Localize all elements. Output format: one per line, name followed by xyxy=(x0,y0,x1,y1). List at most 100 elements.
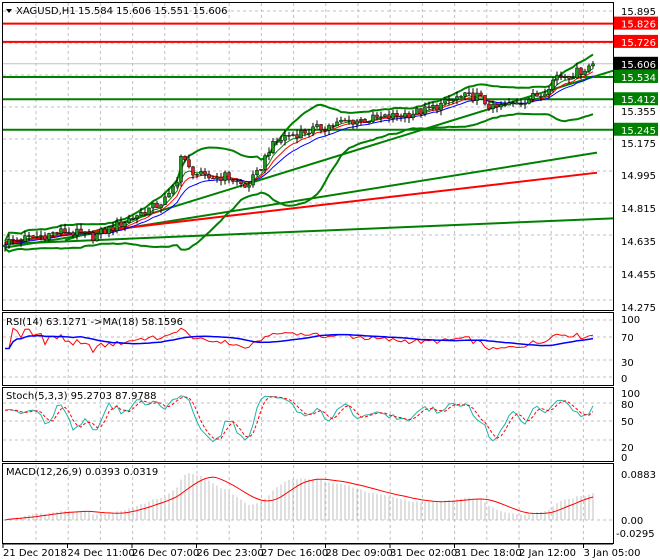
price-tick: 14.995 xyxy=(621,171,656,182)
candle-bear xyxy=(203,171,207,175)
time-tick-label: 31 Dec 18:00 xyxy=(455,548,522,559)
candle-bear xyxy=(559,75,563,77)
macd-title: MACD(12,26,9) 0.0393 0.0319 xyxy=(6,467,158,478)
candle-bear xyxy=(103,228,107,234)
candle-bull xyxy=(299,130,303,139)
candle-bear xyxy=(11,238,15,241)
stoch-tick: 100 xyxy=(621,389,640,400)
candle-bear xyxy=(303,130,307,134)
candle-bull xyxy=(459,96,463,98)
candle-bull xyxy=(163,196,167,205)
candle-bear xyxy=(319,124,323,131)
candle-bull xyxy=(411,113,415,118)
candle-bull xyxy=(247,184,251,188)
candle-bear xyxy=(67,232,71,234)
candle-bear xyxy=(343,119,347,122)
candle-bull xyxy=(451,98,455,101)
candle-bear xyxy=(207,174,211,179)
candle-bull xyxy=(75,228,79,236)
stoch-title: Stoch(5,3,3) 95.2703 87.9788 xyxy=(6,391,157,402)
candle-bull xyxy=(571,77,575,80)
candle-bull xyxy=(283,135,287,141)
candle-bear xyxy=(495,103,499,108)
rsi-tick: 100 xyxy=(621,315,640,326)
candle-bull xyxy=(115,221,119,231)
candle-bull xyxy=(583,70,587,75)
candle-bull xyxy=(267,152,271,156)
candle-bull xyxy=(171,185,175,194)
candle-bull xyxy=(131,217,135,220)
candle-bull xyxy=(499,104,503,108)
time-tick-label: 24 Dec 11:00 xyxy=(68,548,135,559)
candle-bull xyxy=(575,67,579,79)
candle-bear xyxy=(243,183,247,188)
candle-bear xyxy=(331,125,335,127)
candle-bear xyxy=(191,166,195,176)
time-tick-label: 26 Dec 07:00 xyxy=(132,548,199,559)
candle-bull xyxy=(507,102,511,106)
price-tick: 15.355 xyxy=(621,107,656,118)
candle-bear xyxy=(407,113,411,118)
candle-bear xyxy=(483,95,487,105)
rsi-title: RSI(14) 63.1271 ->MA(18) 58.1596 xyxy=(6,317,183,328)
candle-bull xyxy=(263,155,267,170)
candle-bear xyxy=(43,235,47,240)
candle-bull xyxy=(159,204,163,209)
candle-bull xyxy=(563,76,567,78)
candle-bull xyxy=(223,172,227,181)
candle-bear xyxy=(363,119,367,123)
candle-bull xyxy=(547,89,551,95)
level-price-tag: 15.412 xyxy=(621,95,656,106)
macd-tick: 0.00 xyxy=(621,516,643,527)
candle-bull xyxy=(59,228,63,234)
candle-bear xyxy=(427,106,431,109)
candle-bull xyxy=(379,116,383,119)
candle-bull xyxy=(371,114,375,122)
price-tick: 15.175 xyxy=(621,139,656,150)
candle-bear xyxy=(231,179,235,182)
macd-tick: 0.0883 xyxy=(621,470,656,481)
price-tick: 14.275 xyxy=(621,303,656,314)
candle-bull xyxy=(147,207,151,215)
time-tick-label: 27 Dec 16:00 xyxy=(261,548,328,559)
candle-bull xyxy=(367,121,371,123)
candle-bear xyxy=(375,114,379,118)
candle-bull xyxy=(215,176,219,180)
candle-bull xyxy=(127,218,131,223)
level-price-tag: 15.534 xyxy=(621,73,656,84)
candle-bull xyxy=(139,211,143,216)
candle-bull xyxy=(531,93,535,100)
candle-bull xyxy=(27,235,31,237)
candle-bull xyxy=(95,233,99,242)
stoch-tick: 50 xyxy=(621,417,634,428)
candle-bear xyxy=(323,129,327,132)
candle-bear xyxy=(295,134,299,139)
candle-bull xyxy=(555,75,559,81)
candle-bull xyxy=(403,113,407,118)
candle-bull xyxy=(251,174,255,186)
candle-bull xyxy=(259,169,263,171)
candle-bull xyxy=(179,156,183,183)
candle-bull xyxy=(335,121,339,127)
time-tick-label: 21 Dec 2018 xyxy=(3,548,67,559)
candle-bull xyxy=(463,92,467,97)
stoch-tick: 80 xyxy=(621,400,634,411)
trading-chart[interactable]: XAGUSD,H1 15.584 15.606 15.551 15.606 RS… xyxy=(0,0,660,560)
candle-bull xyxy=(431,105,435,108)
candle-bear xyxy=(55,232,59,234)
candle-bear xyxy=(395,113,399,117)
candle-bear xyxy=(503,104,507,107)
candle-bull xyxy=(491,103,495,110)
candle-bull xyxy=(523,103,527,105)
candle-bull xyxy=(83,231,87,233)
candle-bull xyxy=(3,244,7,248)
price-tick: 14.635 xyxy=(621,237,656,248)
level-price-tag: 15.245 xyxy=(621,126,656,137)
candle-bull xyxy=(383,114,387,118)
candle-bear xyxy=(239,180,243,184)
candle-bull xyxy=(23,235,27,242)
candle-bear xyxy=(515,102,519,105)
candle-bull xyxy=(455,96,459,100)
candle-bear xyxy=(567,76,571,79)
time-tick-label: 3 Jan 05:00 xyxy=(584,548,641,559)
